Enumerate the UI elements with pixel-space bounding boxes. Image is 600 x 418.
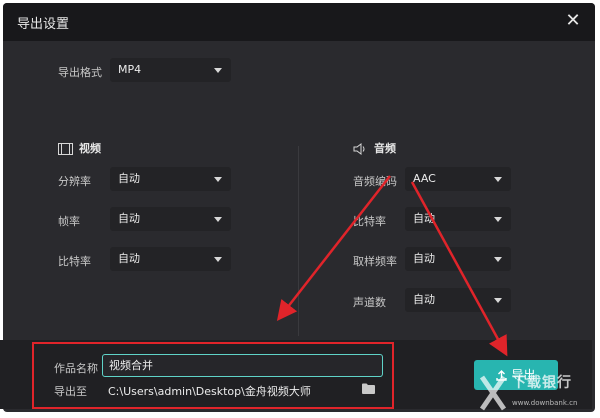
annotation-arrow-to-export xyxy=(410,181,508,357)
watermark-text: 下载银行 xyxy=(512,375,572,391)
annotation-arrows xyxy=(276,175,508,357)
annotation-arrow-to-name xyxy=(276,175,391,321)
watermark-url: www.downbank.cn xyxy=(512,399,578,407)
